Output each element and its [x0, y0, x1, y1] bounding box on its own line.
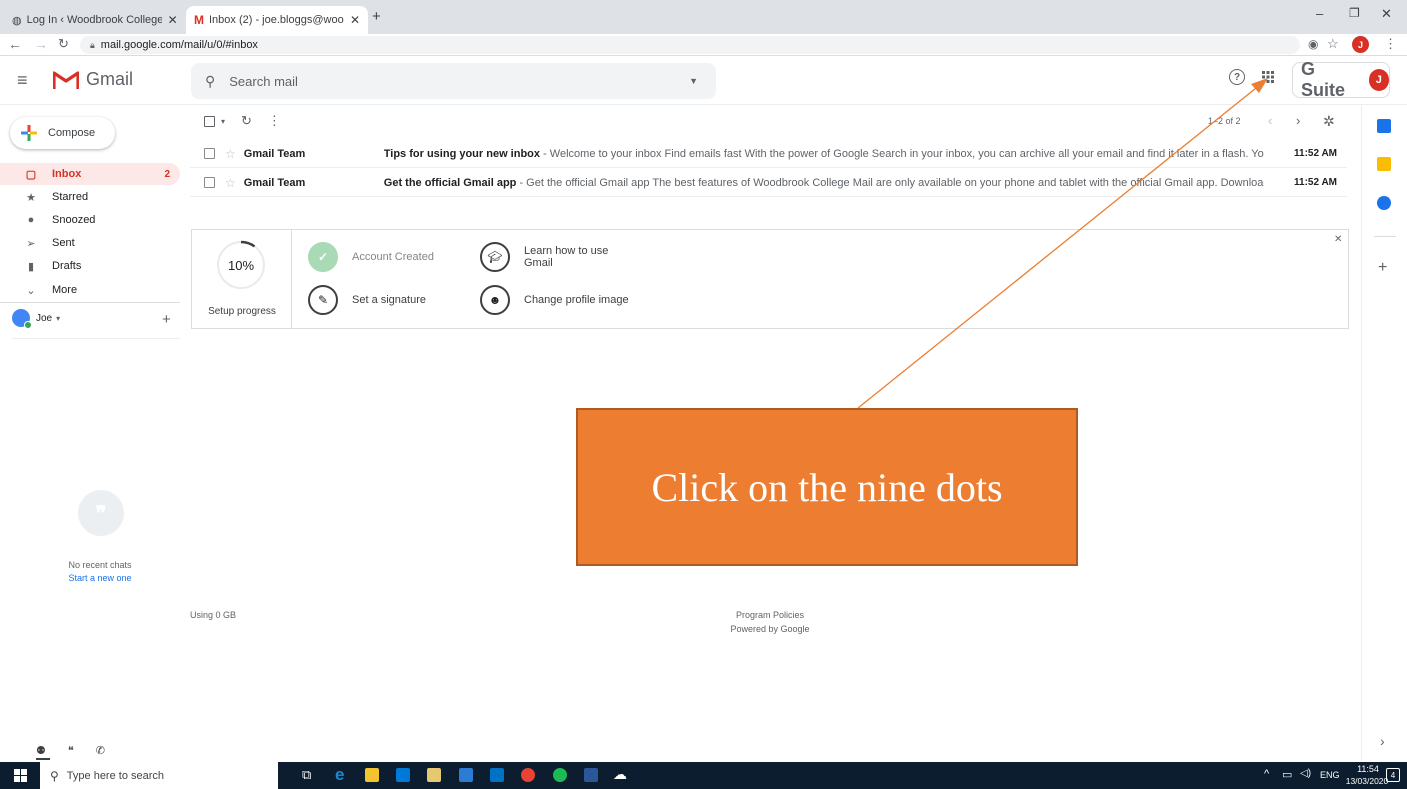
language-indicator[interactable]: ENG — [1320, 770, 1340, 780]
notifications-icon[interactable]: 4 — [1386, 768, 1400, 782]
photos-icon[interactable]: ☁ — [613, 766, 627, 783]
taskbar-search-box[interactable]: ⚲ Type here to search — [40, 762, 278, 789]
system-tray-caret-icon[interactable]: ^ — [1264, 768, 1269, 780]
chrome-icon[interactable] — [521, 768, 535, 782]
task-view-icon[interactable]: ⧉ — [302, 767, 311, 783]
network-icon[interactable]: ▭ — [1282, 768, 1292, 781]
taskbar-search-placeholder: Type here to search — [66, 769, 165, 782]
word-icon[interactable] — [584, 768, 598, 782]
spotify-icon[interactable] — [553, 768, 567, 782]
store-icon[interactable] — [396, 768, 410, 782]
volume-icon[interactable]: ◁) — [1300, 768, 1311, 779]
file-explorer-icon[interactable] — [365, 768, 379, 782]
clock-time[interactable]: 11:54 — [1346, 764, 1390, 774]
search-icon: ⚲ — [50, 768, 59, 783]
remote-desktop-icon[interactable] — [459, 768, 473, 782]
edge-icon[interactable]: e — [335, 765, 344, 785]
windows-start-icon[interactable] — [14, 769, 27, 785]
instruction-callout: Click on the nine dots — [576, 408, 1078, 566]
pen-app-icon[interactable] — [427, 768, 441, 782]
outlook-icon[interactable] — [490, 768, 504, 782]
callout-arrow — [857, 78, 1268, 409]
windows-taskbar: ⚲ Type here to search ⧉ e ☁ ^ ▭ ◁) ENG 1… — [0, 762, 1407, 789]
